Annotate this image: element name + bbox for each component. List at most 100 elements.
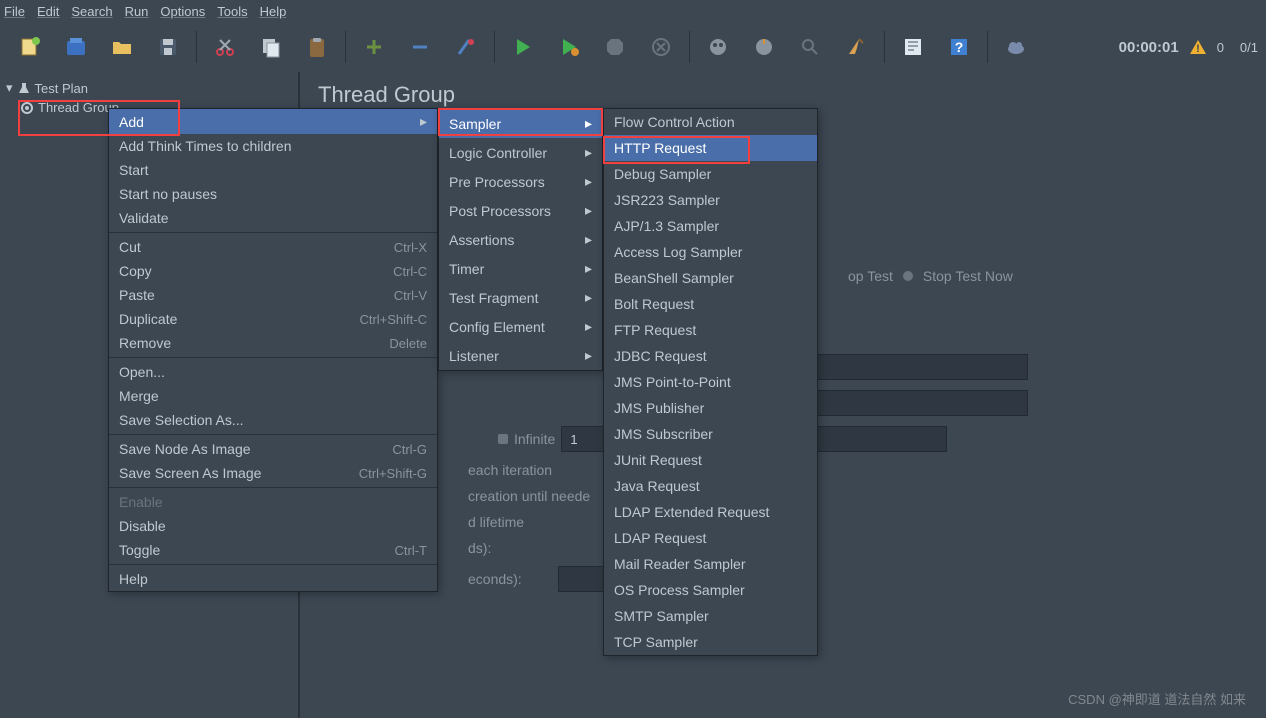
timer: 00:00:01 bbox=[1119, 39, 1179, 56]
clear-icon[interactable] bbox=[696, 28, 740, 66]
menu-options[interactable]: Options bbox=[160, 4, 205, 19]
ctx2-config-element[interactable]: Config Element▸ bbox=[439, 312, 602, 341]
toolbar: ? 00:00:01 ! 0 0/1 bbox=[0, 22, 1266, 72]
page-title: Thread Group bbox=[318, 82, 1248, 108]
ctx3-ldap-extended-request[interactable]: LDAP Extended Request bbox=[604, 499, 817, 525]
context-menu-1: Add▸Add Think Times to childrenStartStar… bbox=[108, 108, 438, 592]
menu-help[interactable]: Help bbox=[260, 4, 287, 19]
ctx1-copy[interactable]: CopyCtrl-C bbox=[109, 259, 437, 283]
ctx1-add-think-times-to-children[interactable]: Add Think Times to children bbox=[109, 134, 437, 158]
help-icon[interactable]: ? bbox=[937, 28, 981, 66]
menubar: File Edit Search Run Options Tools Help bbox=[0, 0, 1266, 22]
shutdown-icon[interactable] bbox=[639, 28, 683, 66]
ctx3-access-log-sampler[interactable]: Access Log Sampler bbox=[604, 239, 817, 265]
menu-tools[interactable]: Tools bbox=[217, 4, 247, 19]
radio-stop-now[interactable] bbox=[903, 271, 913, 281]
ctx1-save-screen-as-image[interactable]: Save Screen As ImageCtrl+Shift-G bbox=[109, 461, 437, 485]
ctx3-jsr223-sampler[interactable]: JSR223 Sampler bbox=[604, 187, 817, 213]
frag-ds: ds): bbox=[468, 540, 491, 556]
ctx2-listener[interactable]: Listener▸ bbox=[439, 341, 602, 370]
ctx1-save-selection-as-[interactable]: Save Selection As... bbox=[109, 408, 437, 432]
start-icon[interactable] bbox=[501, 28, 545, 66]
ctx3-ldap-request[interactable]: LDAP Request bbox=[604, 525, 817, 551]
templates-icon[interactable] bbox=[54, 28, 98, 66]
ctx3-jms-point-to-point[interactable]: JMS Point-to-Point bbox=[604, 369, 817, 395]
ctx1-merge[interactable]: Merge bbox=[109, 384, 437, 408]
collapse-icon[interactable] bbox=[398, 28, 442, 66]
ctx1-open-[interactable]: Open... bbox=[109, 360, 437, 384]
thread-count: 0/1 bbox=[1240, 40, 1258, 55]
ctx2-test-fragment[interactable]: Test Fragment▸ bbox=[439, 283, 602, 312]
save-icon[interactable] bbox=[146, 28, 190, 66]
ctx3-bolt-request[interactable]: Bolt Request bbox=[604, 291, 817, 317]
ctx1-help[interactable]: Help bbox=[109, 567, 437, 591]
ctx1-remove[interactable]: RemoveDelete bbox=[109, 331, 437, 355]
ctx1-save-node-as-image[interactable]: Save Node As ImageCtrl-G bbox=[109, 437, 437, 461]
ctx1-toggle[interactable]: ToggleCtrl-T bbox=[109, 538, 437, 562]
cloud-icon[interactable] bbox=[994, 28, 1038, 66]
ctx3-ftp-request[interactable]: FTP Request bbox=[604, 317, 817, 343]
warn-count: 0 bbox=[1217, 40, 1224, 55]
ctx2-logic-controller[interactable]: Logic Controller▸ bbox=[439, 138, 602, 167]
frag-lifetime: d lifetime bbox=[468, 514, 524, 530]
broom-icon[interactable] bbox=[834, 28, 878, 66]
ctx3-jms-subscriber[interactable]: JMS Subscriber bbox=[604, 421, 817, 447]
stop-now-label: Stop Test Now bbox=[923, 268, 1013, 284]
open-icon[interactable] bbox=[100, 28, 144, 66]
ctx2-post-processors[interactable]: Post Processors▸ bbox=[439, 196, 602, 225]
frag-seconds: econds): bbox=[468, 571, 522, 587]
ctx1-paste[interactable]: PasteCtrl-V bbox=[109, 283, 437, 307]
expand-icon[interactable] bbox=[352, 28, 396, 66]
gear-icon bbox=[20, 101, 34, 115]
start-no-pauses-icon[interactable] bbox=[547, 28, 591, 66]
ctx3-debug-sampler[interactable]: Debug Sampler bbox=[604, 161, 817, 187]
ctx1-duplicate[interactable]: DuplicateCtrl+Shift-C bbox=[109, 307, 437, 331]
menu-file[interactable]: File bbox=[4, 4, 25, 19]
ctx3-junit-request[interactable]: JUnit Request bbox=[604, 447, 817, 473]
tree-test-plan[interactable]: ▾ Test Plan bbox=[0, 78, 298, 98]
ctx3-jdbc-request[interactable]: JDBC Request bbox=[604, 343, 817, 369]
new-icon[interactable] bbox=[8, 28, 52, 66]
svg-text:?: ? bbox=[955, 39, 964, 55]
warning-icon: ! bbox=[1189, 38, 1207, 56]
ctx1-add[interactable]: Add▸ bbox=[109, 109, 437, 134]
ctx1-validate[interactable]: Validate bbox=[109, 206, 437, 230]
ctx2-timer[interactable]: Timer▸ bbox=[439, 254, 602, 283]
ctx1-start[interactable]: Start bbox=[109, 158, 437, 182]
stop-icon[interactable] bbox=[593, 28, 637, 66]
context-menu-3: Flow Control ActionHTTP RequestDebug Sam… bbox=[603, 108, 818, 656]
ctx1-disable[interactable]: Disable bbox=[109, 514, 437, 538]
ctx1-enable[interactable]: Enable bbox=[109, 490, 437, 514]
ctx3-tcp-sampler[interactable]: TCP Sampler bbox=[604, 629, 817, 655]
ctx1-cut[interactable]: CutCtrl-X bbox=[109, 235, 437, 259]
status-area: 00:00:01 ! 0 0/1 bbox=[1119, 38, 1258, 56]
copy-icon[interactable] bbox=[249, 28, 293, 66]
ctx3-smtp-sampler[interactable]: SMTP Sampler bbox=[604, 603, 817, 629]
function-icon[interactable] bbox=[891, 28, 935, 66]
ctx3-os-process-sampler[interactable]: OS Process Sampler bbox=[604, 577, 817, 603]
cut-icon[interactable] bbox=[203, 28, 247, 66]
ctx3-beanshell-sampler[interactable]: BeanShell Sampler bbox=[604, 265, 817, 291]
context-menu-2: Sampler▸Logic Controller▸Pre Processors▸… bbox=[438, 108, 603, 371]
frag-creation: creation until neede bbox=[468, 488, 590, 504]
ctx3-jms-publisher[interactable]: JMS Publisher bbox=[604, 395, 817, 421]
ctx3-ajp-1-3-sampler[interactable]: AJP/1.3 Sampler bbox=[604, 213, 817, 239]
clear-all-icon[interactable] bbox=[742, 28, 786, 66]
ctx3-flow-control-action[interactable]: Flow Control Action bbox=[604, 109, 817, 135]
toggle-icon[interactable] bbox=[444, 28, 488, 66]
menu-search[interactable]: Search bbox=[71, 4, 112, 19]
ctx1-start-no-pauses[interactable]: Start no pauses bbox=[109, 182, 437, 206]
menu-edit[interactable]: Edit bbox=[37, 4, 59, 19]
search-tree-icon[interactable] bbox=[788, 28, 832, 66]
ctx3-http-request[interactable]: HTTP Request bbox=[604, 135, 817, 161]
ctx2-assertions[interactable]: Assertions▸ bbox=[439, 225, 602, 254]
beaker-icon bbox=[17, 81, 31, 95]
checkbox-infinite[interactable] bbox=[498, 434, 508, 444]
ctx3-mail-reader-sampler[interactable]: Mail Reader Sampler bbox=[604, 551, 817, 577]
menu-run[interactable]: Run bbox=[125, 4, 149, 19]
ctx2-sampler[interactable]: Sampler▸ bbox=[439, 109, 602, 138]
ctx3-java-request[interactable]: Java Request bbox=[604, 473, 817, 499]
infinite-label: Infinite bbox=[514, 431, 555, 447]
ctx2-pre-processors[interactable]: Pre Processors▸ bbox=[439, 167, 602, 196]
paste-icon[interactable] bbox=[295, 28, 339, 66]
